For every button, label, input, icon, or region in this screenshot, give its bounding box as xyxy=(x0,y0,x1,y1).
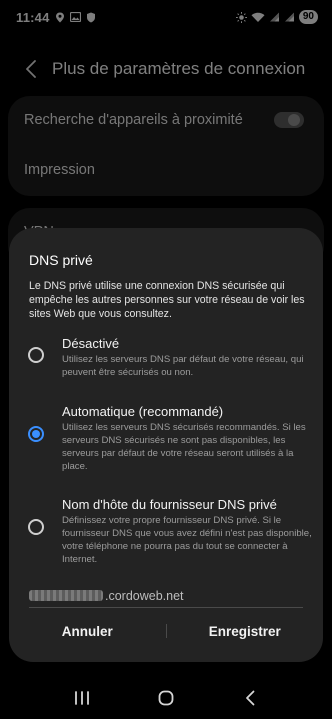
dialog-description: Le DNS privé utilise une connexion DNS s… xyxy=(29,280,305,320)
navigation-bar xyxy=(0,680,332,716)
option-description: Utilisez les serveurs DNS sécurisés reco… xyxy=(62,422,306,472)
cancel-button[interactable]: Annuler xyxy=(9,624,166,639)
option-disabled[interactable]: Désactivé Utilisez les serveurs DNS par … xyxy=(9,332,323,382)
home-icon[interactable] xyxy=(151,683,181,713)
option-description: Définissez votre propre fournisseur DNS … xyxy=(62,515,312,565)
option-automatic[interactable]: Automatique (recommandé) Utilisez les se… xyxy=(9,402,323,472)
recent-apps-icon[interactable] xyxy=(67,683,97,713)
radio-automatic[interactable] xyxy=(28,426,44,442)
radio-disabled[interactable] xyxy=(28,347,44,363)
option-description: Utilisez les serveurs DNS par défaut de … xyxy=(62,354,304,378)
private-dns-dialog: DNS privé Le DNS privé utilise une conne… xyxy=(9,228,323,662)
option-hostname[interactable]: Nom d'hôte du fournisseur DNS privé Défi… xyxy=(9,494,323,565)
dialog-title: DNS privé xyxy=(29,252,93,268)
hostname-input[interactable]: .cordoweb.net xyxy=(29,584,303,608)
redacted-text xyxy=(29,590,103,601)
option-title: Automatique (recommandé) xyxy=(62,404,224,419)
option-title: Nom d'hôte du fournisseur DNS privé xyxy=(62,497,277,512)
dialog-buttons: Annuler Enregistrer xyxy=(9,616,323,646)
hostname-value: .cordoweb.net xyxy=(105,588,184,603)
back-icon[interactable] xyxy=(235,683,265,713)
save-button[interactable]: Enregistrer xyxy=(167,624,324,639)
radio-hostname[interactable] xyxy=(28,519,44,535)
option-title: Désactivé xyxy=(62,336,120,351)
